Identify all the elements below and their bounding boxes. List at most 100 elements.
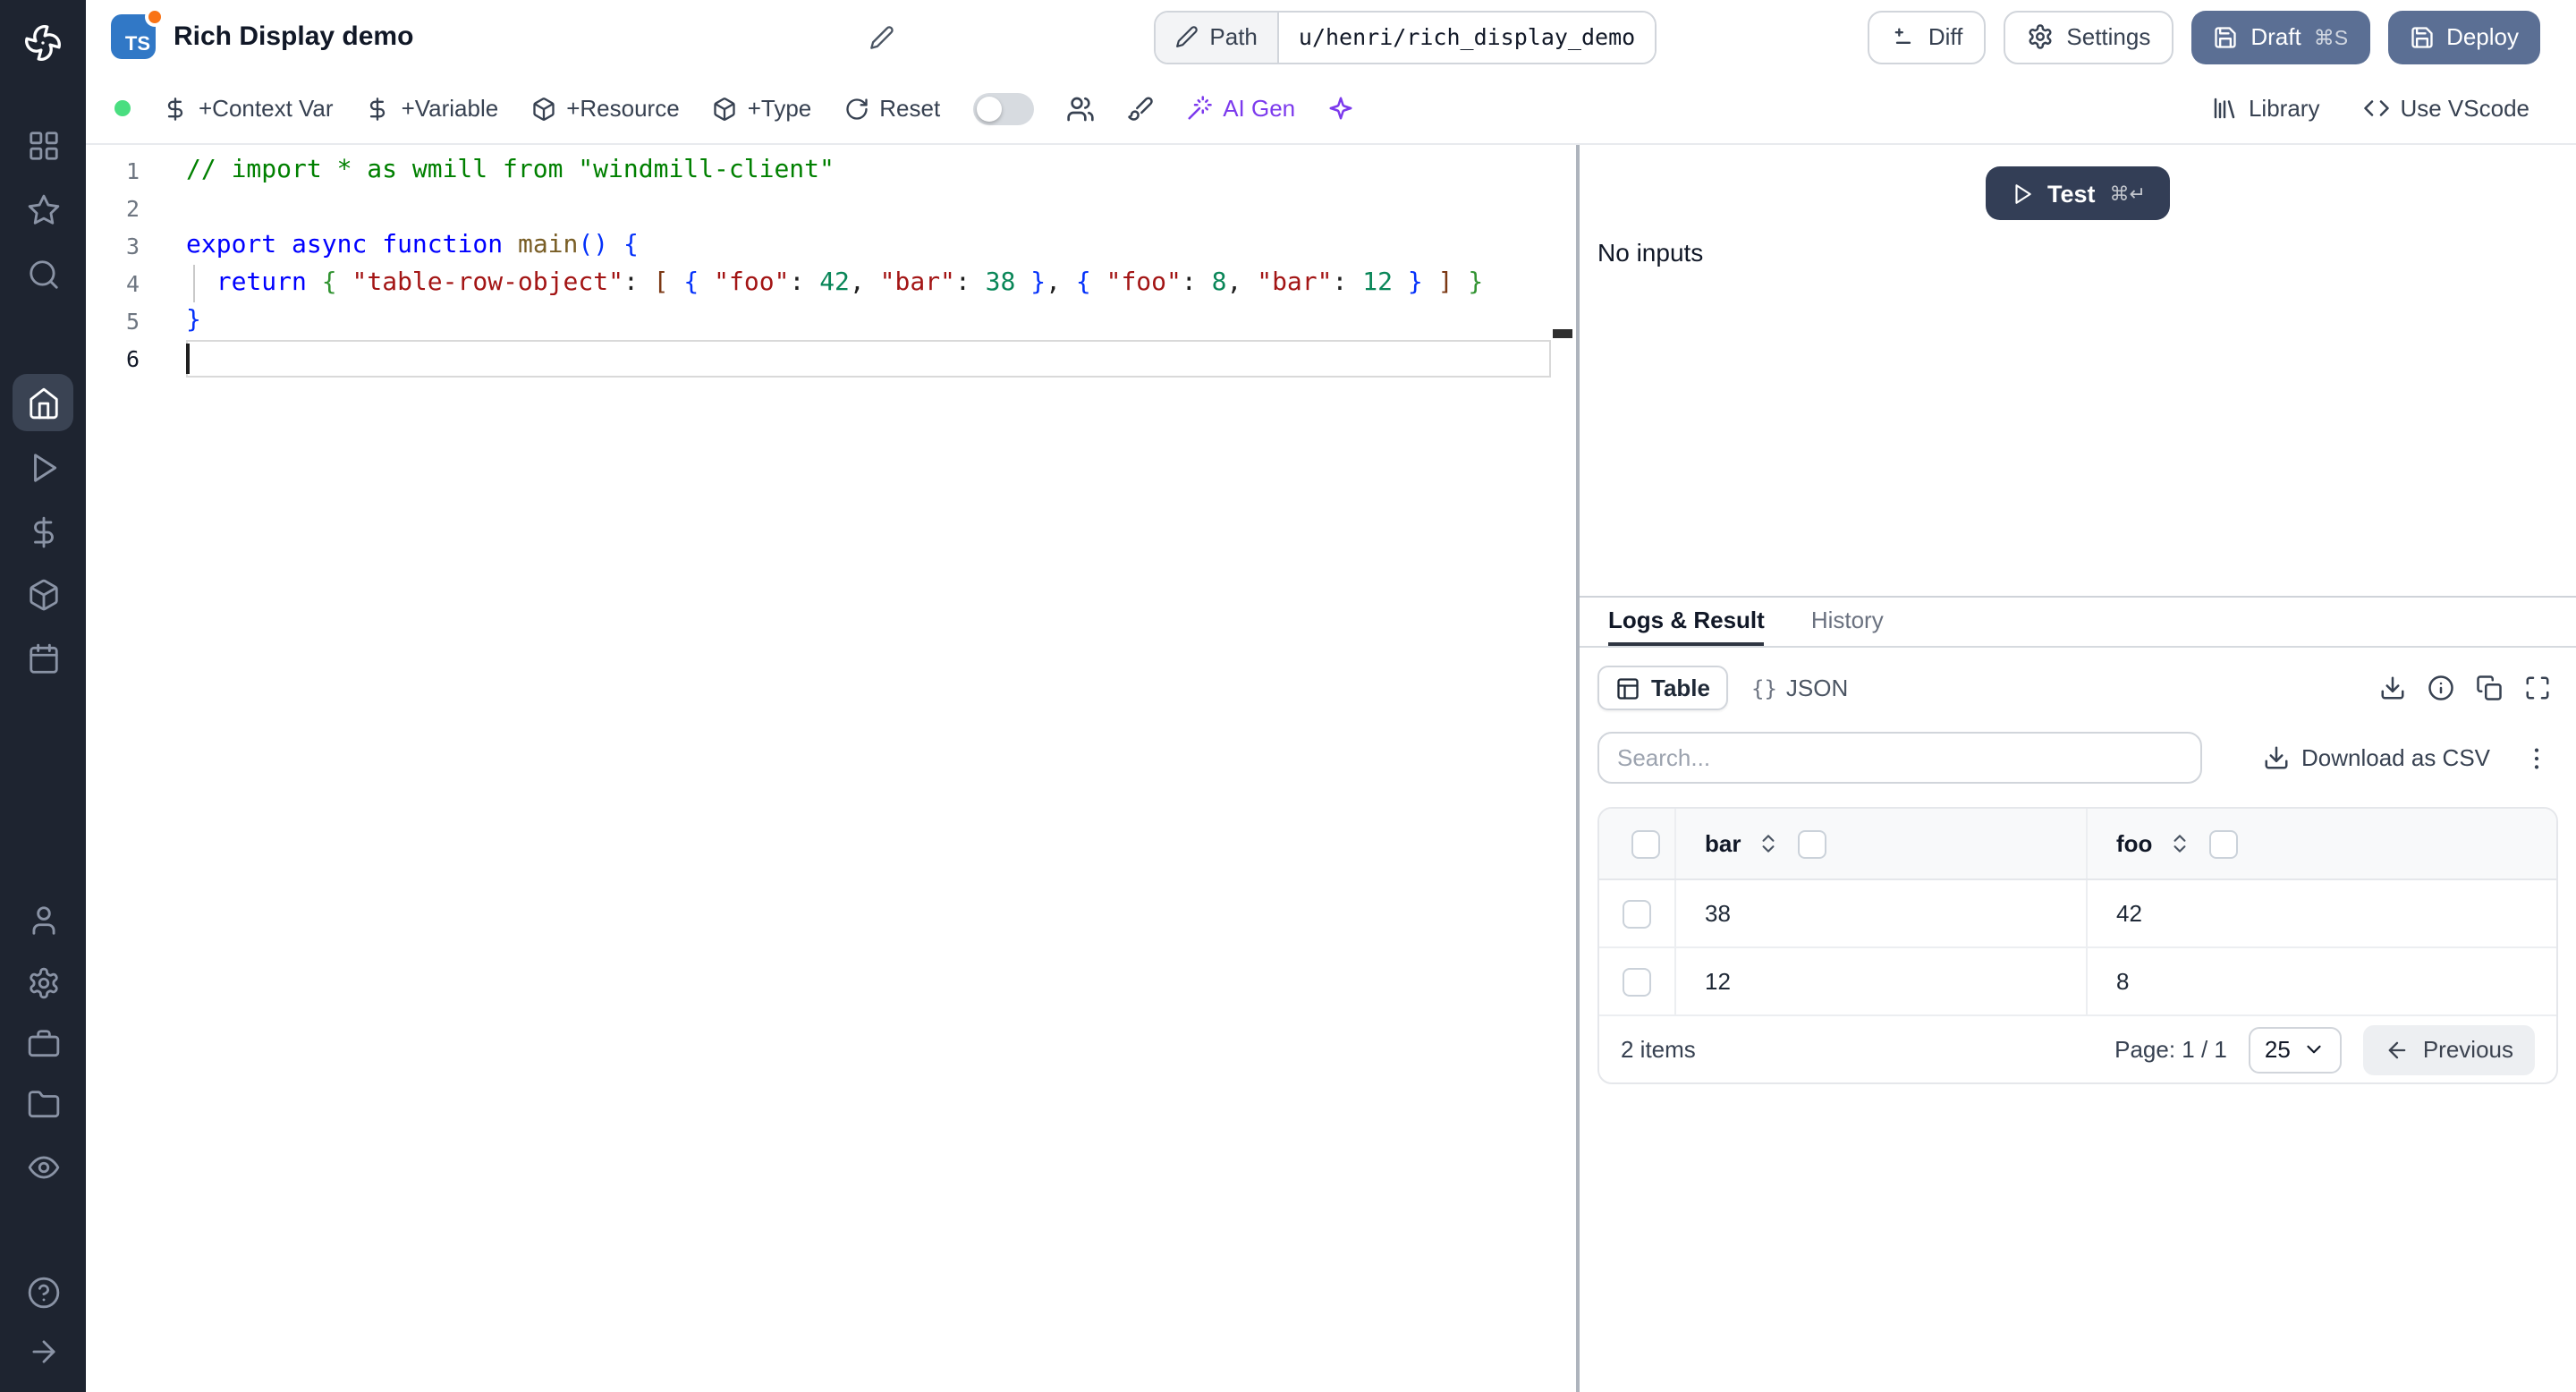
toggle-switch[interactable] — [972, 92, 1034, 124]
line-number: 1 — [125, 157, 140, 184]
sidebar-item-resources[interactable] — [16, 569, 70, 619]
draft-label: Draft — [2250, 23, 2301, 50]
add-resource-button[interactable]: +Resource — [530, 95, 680, 122]
code-line[interactable]: } — [186, 302, 1551, 340]
previous-page-button[interactable]: Previous — [2363, 1024, 2535, 1074]
editor-code: // import * as wmill from "windmill-clie… — [186, 152, 1551, 378]
tab-logs-result[interactable]: Logs & Result — [1608, 598, 1765, 646]
edit-summary-button[interactable] — [869, 24, 894, 49]
code-editor[interactable]: 1 2 3 4 5 6 // import * as wmill from "windmi… — [86, 145, 1576, 1392]
code-line[interactable]: // import * as wmill from "windmill-clie… — [186, 152, 1551, 190]
page-title: Rich Display demo — [174, 21, 414, 52]
code-line[interactable]: export async function main() { — [186, 227, 1551, 265]
add-type-button[interactable]: +Type — [712, 95, 812, 122]
table-cell: 38 — [1674, 880, 2086, 946]
more-vertical-icon — [2534, 747, 2539, 768]
column-checkbox-foo[interactable] — [2209, 829, 2239, 858]
right-panel: Test ⌘↵ No inputs Logs & Result History … — [1580, 145, 2576, 1392]
code-line[interactable] — [186, 190, 1551, 227]
format-code-button[interactable] — [1126, 95, 1153, 122]
sort-button[interactable] — [1757, 832, 1780, 855]
multiplayer-button[interactable] — [1065, 94, 1094, 123]
gear-icon — [29, 966, 57, 998]
sidebar-item-home[interactable] — [13, 374, 73, 431]
add-context-var-button[interactable]: +Context Var — [163, 95, 334, 122]
library-icon — [2214, 98, 2235, 119]
line-number: 3 — [125, 233, 140, 259]
column-header-foo: foo — [2116, 830, 2153, 857]
sidebar-item-folders[interactable] — [16, 1079, 70, 1129]
download-result-button[interactable] — [2379, 675, 2406, 701]
diff-icon — [1894, 27, 1911, 43]
result-info-button[interactable] — [2428, 675, 2454, 701]
sidebar-item-grid[interactable] — [16, 120, 70, 170]
table-icon — [1617, 677, 1639, 699]
diff-label: Diff — [1928, 23, 1963, 50]
sidebar-item-runs[interactable] — [16, 442, 70, 492]
copy-result-button[interactable] — [2476, 675, 2503, 701]
language-badge[interactable]: TS — [111, 7, 165, 59]
use-vscode-label: Use VScode — [2400, 95, 2529, 122]
table-row[interactable]: 12 8 — [1599, 948, 2556, 1016]
table-view-label: Table — [1651, 675, 1710, 701]
sidebar-item-variables[interactable] — [16, 506, 70, 556]
sidebar-item-schedules[interactable] — [16, 633, 70, 683]
add-variable-button[interactable]: +Variable — [366, 95, 498, 122]
arrow-left-icon — [2389, 1040, 2407, 1058]
diff-button[interactable]: Diff — [1867, 10, 1987, 64]
braces-icon: {} — [1751, 675, 1777, 700]
download-csv-button[interactable]: Download as CSV — [2262, 744, 2490, 771]
use-vscode-button[interactable]: Use VScode — [2362, 95, 2529, 122]
results-tabs: Logs & Result History — [1580, 598, 2576, 648]
pencil-icon — [1176, 26, 1199, 47]
select-all-checkbox[interactable] — [1631, 829, 1660, 858]
code-line[interactable] — [186, 340, 1551, 378]
no-inputs-text: No inputs — [1597, 238, 1704, 267]
sidebar-item-collapse[interactable] — [16, 1326, 70, 1376]
sidebar-item-help[interactable] — [16, 1267, 70, 1317]
chevrons-up-down-icon — [1762, 835, 1775, 853]
expand-result-button[interactable] — [2524, 675, 2551, 701]
sidebar-item-search[interactable] — [16, 249, 70, 299]
code-line[interactable]: return { "table-row-object": [ { "foo": … — [186, 265, 1551, 302]
column-checkbox-bar[interactable] — [1798, 829, 1827, 858]
page-size-select[interactable]: 25 — [2248, 1026, 2343, 1073]
settings-label: Settings — [2066, 23, 2151, 50]
ai-autocomplete-button[interactable] — [1327, 95, 1354, 122]
path-chip: Path u/henri/rich_display_demo — [1154, 10, 1657, 64]
sidebar-item-settings[interactable] — [16, 957, 70, 1007]
sidebar-item-workers[interactable] — [16, 1018, 70, 1068]
sort-button[interactable] — [2168, 832, 2191, 855]
table-view-button[interactable]: Table — [1597, 666, 1728, 710]
table-menu-button[interactable] — [2522, 743, 2551, 772]
windmill-logo[interactable] — [14, 14, 72, 72]
sidebar-item-favorites[interactable] — [16, 184, 70, 234]
settings-button[interactable]: Settings — [2004, 10, 2174, 64]
status-dot — [114, 100, 131, 116]
path-value[interactable]: u/henri/rich_display_demo — [1278, 12, 1656, 62]
row-checkbox[interactable] — [1623, 967, 1651, 996]
draft-shortcut: ⌘S — [2313, 28, 2349, 49]
ai-gen-button[interactable]: AI Gen — [1185, 95, 1295, 122]
json-view-button[interactable]: {} JSON — [1751, 675, 1848, 701]
draft-button[interactable]: Draft ⌘S — [2191, 10, 2370, 64]
sidebar-item-audit[interactable] — [16, 1142, 70, 1192]
column-header-bar: bar — [1705, 830, 1741, 857]
chevron-down-icon — [2308, 1045, 2322, 1054]
search-input[interactable] — [1597, 732, 2202, 784]
vscode-icon — [2363, 100, 2389, 116]
results-panel: Logs & Result History Table {} JSON Sear… — [1580, 596, 2576, 1392]
home-icon — [29, 386, 57, 419]
test-button[interactable]: Test ⌘↵ — [1985, 166, 2171, 220]
add-type-label: +Type — [747, 95, 812, 122]
deploy-button[interactable]: Deploy — [2387, 10, 2540, 64]
reset-button[interactable]: Reset — [843, 95, 940, 122]
tab-history[interactable]: History — [1811, 598, 1884, 646]
row-checkbox[interactable] — [1623, 899, 1651, 928]
sidebar-item-user[interactable] — [16, 895, 70, 945]
edit-path-button[interactable]: Path — [1156, 12, 1279, 62]
table-row[interactable]: 38 42 — [1599, 880, 2556, 948]
box-icon — [532, 97, 554, 120]
library-button[interactable]: Library — [2211, 95, 2319, 122]
table-cell: 42 — [2086, 880, 2556, 946]
